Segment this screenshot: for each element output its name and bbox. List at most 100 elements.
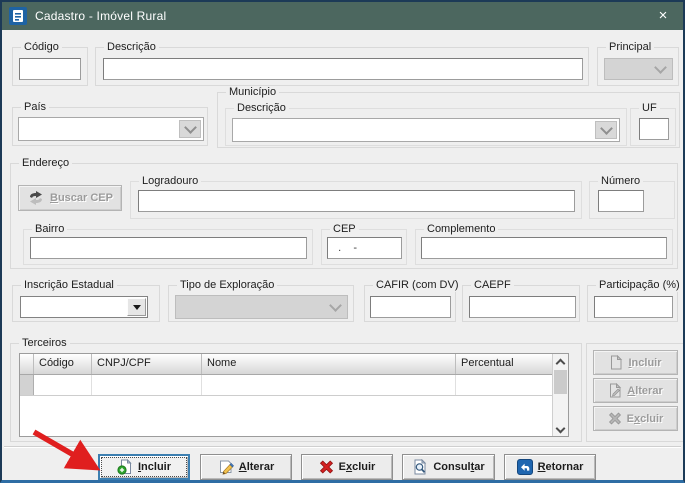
- participacao-group: Participação (%): [587, 285, 678, 322]
- vertical-scrollbar[interactable]: [552, 354, 568, 436]
- principal-label: Principal: [606, 41, 654, 54]
- municipio-descricao-group: Descrição: [225, 108, 627, 146]
- scroll-up-button[interactable]: [553, 354, 568, 369]
- cep-input[interactable]: [327, 237, 402, 259]
- descricao-label: Descrição: [104, 41, 159, 54]
- terceiros-excluir-button[interactable]: Excluir: [593, 406, 678, 431]
- cep-group: CEP: [321, 229, 407, 265]
- cep-label: CEP: [330, 223, 359, 236]
- chevron-down-icon: [600, 122, 613, 135]
- inscricao-estadual-combobox[interactable]: [20, 296, 148, 318]
- window-title: Cadastro - Imóvel Rural: [35, 9, 166, 23]
- cadastro-imovel-rural-window: Cadastro - Imóvel Rural × Código Descriç…: [0, 0, 685, 483]
- terceiros-buttons-group: Incluir Alterar Excluir: [586, 343, 684, 442]
- codigo-group: Código: [12, 47, 88, 86]
- column-header-percentual[interactable]: Percentual: [456, 354, 552, 374]
- return-arrow-icon: [517, 459, 533, 475]
- terceiros-group: Terceiros Código CNPJ/CPF Nome Percentua…: [10, 343, 582, 442]
- principal-group: Principal: [597, 47, 679, 86]
- terceiros-table[interactable]: Código CNPJ/CPF Nome Percentual: [19, 353, 569, 437]
- add-document-icon: [117, 459, 133, 475]
- inscricao-estadual-group: Inscrição Estadual: [12, 285, 160, 322]
- edit-pencil-icon: [218, 459, 234, 475]
- municipio-dropdown-button[interactable]: [595, 121, 617, 139]
- footer-divider: [4, 446, 681, 448]
- incluir-button[interactable]: Incluir: [98, 454, 190, 480]
- scroll-down-button[interactable]: [553, 421, 568, 436]
- column-header-codigo[interactable]: Código: [34, 354, 92, 374]
- cafir-input[interactable]: [370, 296, 451, 318]
- pais-label: País: [21, 101, 49, 114]
- codigo-input[interactable]: [19, 58, 81, 80]
- chevron-down-icon: [556, 424, 566, 434]
- pais-dropdown[interactable]: [18, 117, 204, 141]
- scrollbar-thumb[interactable]: [554, 370, 567, 394]
- municipio-group: Município Descrição UF: [217, 92, 680, 148]
- complemento-group: Complemento: [415, 229, 673, 265]
- new-page-icon: [609, 355, 623, 370]
- cell-codigo[interactable]: [34, 375, 92, 395]
- numero-group: Número: [589, 181, 675, 219]
- cell-cnpj-cpf[interactable]: [92, 375, 202, 395]
- municipio-descricao-dropdown[interactable]: [232, 118, 620, 142]
- form-window-icon: [9, 7, 27, 25]
- chevron-up-icon: [556, 358, 566, 368]
- cell-nome[interactable]: [202, 375, 456, 395]
- participacao-input[interactable]: [594, 296, 673, 318]
- excluir-button[interactable]: Excluir: [301, 454, 393, 480]
- inscricao-estadual-label: Inscrição Estadual: [21, 279, 117, 292]
- caepf-label: CAEPF: [471, 279, 514, 292]
- caepf-input[interactable]: [469, 296, 576, 318]
- alterar-button[interactable]: Alterar: [200, 454, 292, 480]
- tipo-exploracao-group: Tipo de Exploração: [168, 285, 354, 322]
- caepf-group: CAEPF: [462, 285, 580, 322]
- bairro-input[interactable]: [30, 237, 307, 259]
- consultar-button[interactable]: Consultar: [402, 454, 495, 480]
- column-header-cnpj-cpf[interactable]: CNPJ/CPF: [92, 354, 202, 374]
- numero-input[interactable]: [598, 190, 644, 212]
- tipo-exploracao-label: Tipo de Exploração: [177, 279, 277, 292]
- table-row[interactable]: [20, 375, 552, 396]
- retornar-button[interactable]: Retornar: [504, 454, 596, 480]
- pais-group: País: [12, 107, 208, 146]
- titlebar[interactable]: Cadastro - Imóvel Rural ×: [2, 2, 683, 30]
- descricao-input[interactable]: [103, 58, 583, 80]
- tipo-exploracao-dropdown-button[interactable]: [325, 298, 345, 316]
- chevron-down-icon: [329, 299, 342, 312]
- inscricao-dropdown-button[interactable]: [127, 298, 146, 316]
- principal-dropdown-button[interactable]: [650, 61, 670, 77]
- uf-group: UF: [630, 108, 676, 146]
- buscar-cep-button[interactable]: Buscar CEP: [18, 185, 122, 211]
- chevron-down-icon: [184, 121, 197, 134]
- uf-input[interactable]: [639, 118, 669, 140]
- complemento-label: Complemento: [424, 223, 498, 236]
- terceiros-alterar-button[interactable]: Alterar: [593, 378, 678, 403]
- close-button[interactable]: ×: [651, 5, 675, 27]
- principal-dropdown[interactable]: [604, 58, 673, 80]
- column-header-nome[interactable]: Nome: [202, 354, 456, 374]
- bairro-label: Bairro: [32, 223, 67, 236]
- red-x-icon: [319, 460, 334, 474]
- logradouro-label: Logradouro: [139, 175, 201, 188]
- triangle-down-icon: [133, 305, 141, 310]
- bairro-group: Bairro: [23, 229, 313, 265]
- descricao-group: Descrição: [95, 47, 589, 86]
- logradouro-input[interactable]: [138, 190, 575, 212]
- row-selector-header: [20, 354, 34, 374]
- cell-percentual[interactable]: [456, 375, 552, 395]
- numero-label: Número: [598, 175, 643, 188]
- participacao-label: Participação (%): [596, 279, 683, 292]
- delete-x-icon: [608, 412, 622, 425]
- complemento-input[interactable]: [421, 237, 667, 259]
- endereco-legend: Endereço: [19, 157, 72, 170]
- row-selector-cell[interactable]: [20, 375, 34, 395]
- tipo-exploracao-dropdown[interactable]: [175, 295, 348, 319]
- endereco-group: Endereço Buscar CEP Logradouro Número Ba…: [10, 163, 678, 269]
- codigo-label: Código: [21, 41, 62, 54]
- terceiros-incluir-button[interactable]: Incluir: [593, 350, 678, 375]
- terceiros-legend: Terceiros: [19, 337, 70, 350]
- logradouro-group: Logradouro: [130, 181, 582, 219]
- pais-dropdown-button[interactable]: [179, 120, 201, 138]
- municipio-legend: Município: [226, 86, 279, 99]
- cafir-group: CAFIR (com DV): [364, 285, 456, 322]
